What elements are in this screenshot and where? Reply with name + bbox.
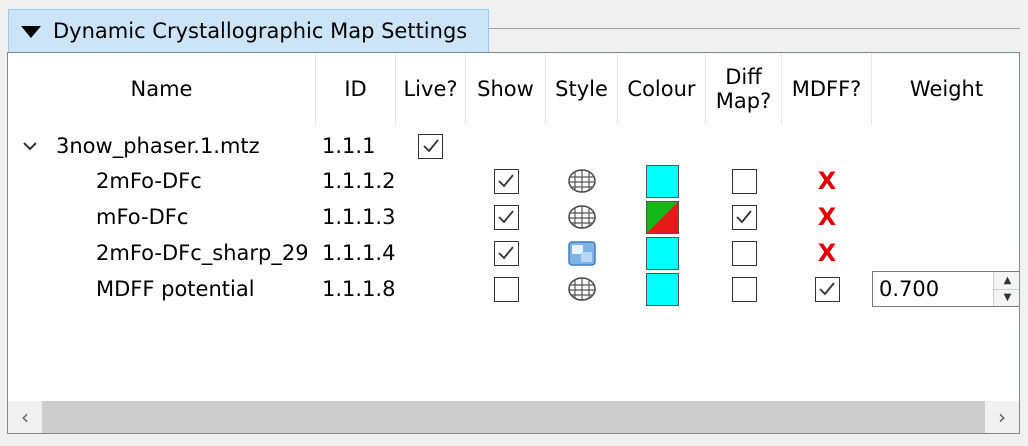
column-header-name[interactable]: Name xyxy=(8,53,316,125)
column-header-colour[interactable]: Colour xyxy=(618,53,706,125)
map-row[interactable]: mFo-DFc 1.1.1.3 X xyxy=(8,199,1019,235)
scroll-left-icon[interactable]: ‹ xyxy=(8,401,42,433)
map-id: 1.1.1.2 xyxy=(322,169,396,193)
group-divider xyxy=(489,28,1020,29)
mdff-checkbox[interactable] xyxy=(814,276,840,302)
map-name: 2mFo-DFc_sharp_29 xyxy=(96,241,309,265)
parent-id: 1.1.1 xyxy=(322,134,376,158)
map-name: 2mFo-DFc xyxy=(96,169,202,193)
map-row[interactable]: 2mFo-DFc_sharp_29 1.1.1.4 X xyxy=(8,235,1019,271)
diff-map-checkbox[interactable] xyxy=(731,276,757,302)
map-row[interactable]: MDFF potential 1.1.1.8 0.700 ▲ ▼ xyxy=(8,271,1019,307)
map-row[interactable]: 2mFo-DFc 1.1.1.2 X xyxy=(8,163,1019,199)
column-header-live[interactable]: Live? xyxy=(396,53,466,125)
mdff-unavailable-icon: X xyxy=(817,167,837,195)
colour-swatch[interactable] xyxy=(645,164,679,198)
mdff-unavailable-icon: X xyxy=(817,203,837,231)
group-title: Dynamic Crystallographic Map Settings xyxy=(53,19,468,43)
spin-down-icon[interactable]: ▼ xyxy=(994,290,1019,307)
column-header-diff-map[interactable]: Diff Map? xyxy=(706,53,782,125)
collapse-triangle-icon[interactable] xyxy=(21,26,41,38)
horizontal-scrollbar[interactable]: ‹ › xyxy=(8,401,1019,433)
show-checkbox[interactable] xyxy=(493,276,519,302)
live-checkbox[interactable] xyxy=(418,133,443,159)
map-settings-tree[interactable]: Name ID Live? Show Style Colour Diff Map?… xyxy=(7,52,1020,434)
column-header-show[interactable]: Show xyxy=(466,53,546,125)
scrollbar-track[interactable] xyxy=(42,401,985,433)
parent-name: 3now_phaser.1.mtz xyxy=(56,134,260,158)
map-settings-group-header[interactable]: Dynamic Crystallographic Map Settings xyxy=(8,9,489,52)
map-id: 1.1.1.3 xyxy=(322,205,396,229)
show-checkbox[interactable] xyxy=(493,204,519,230)
solid-surface-icon[interactable] xyxy=(566,238,598,268)
mesh-icon[interactable] xyxy=(566,203,598,231)
map-id: 1.1.1.8 xyxy=(322,277,396,301)
mdff-unavailable-icon: X xyxy=(817,239,837,267)
diff-map-checkbox[interactable] xyxy=(731,204,757,230)
map-name: mFo-DFc xyxy=(96,205,189,229)
column-header-mdff[interactable]: MDFF? xyxy=(782,53,872,125)
chevron-down-icon[interactable] xyxy=(22,128,38,164)
diff-map-checkbox[interactable] xyxy=(731,240,757,266)
mesh-icon[interactable] xyxy=(566,167,598,195)
tree-row-parent[interactable]: 3now_phaser.1.mtz 1.1.1 xyxy=(8,128,1019,164)
scrollbar-thumb[interactable] xyxy=(42,401,985,433)
colour-swatch[interactable] xyxy=(645,200,679,234)
weight-value: 0.700 xyxy=(879,277,940,301)
scroll-right-icon[interactable]: › xyxy=(985,401,1019,433)
column-header-style[interactable]: Style xyxy=(546,53,618,125)
map-id: 1.1.1.4 xyxy=(322,241,396,265)
spin-up-icon[interactable]: ▲ xyxy=(994,272,1019,290)
column-header-id[interactable]: ID xyxy=(316,53,396,125)
show-checkbox[interactable] xyxy=(493,168,519,194)
diff-map-checkbox[interactable] xyxy=(731,168,757,194)
column-header-weight[interactable]: Weight xyxy=(872,53,1019,125)
weight-spinbox[interactable]: 0.700 ▲ ▼ xyxy=(872,271,1019,307)
colour-swatch[interactable] xyxy=(645,236,679,270)
mesh-icon[interactable] xyxy=(566,275,598,303)
show-checkbox[interactable] xyxy=(493,240,519,266)
map-name: MDFF potential xyxy=(96,277,255,301)
colour-swatch[interactable] xyxy=(645,272,679,306)
